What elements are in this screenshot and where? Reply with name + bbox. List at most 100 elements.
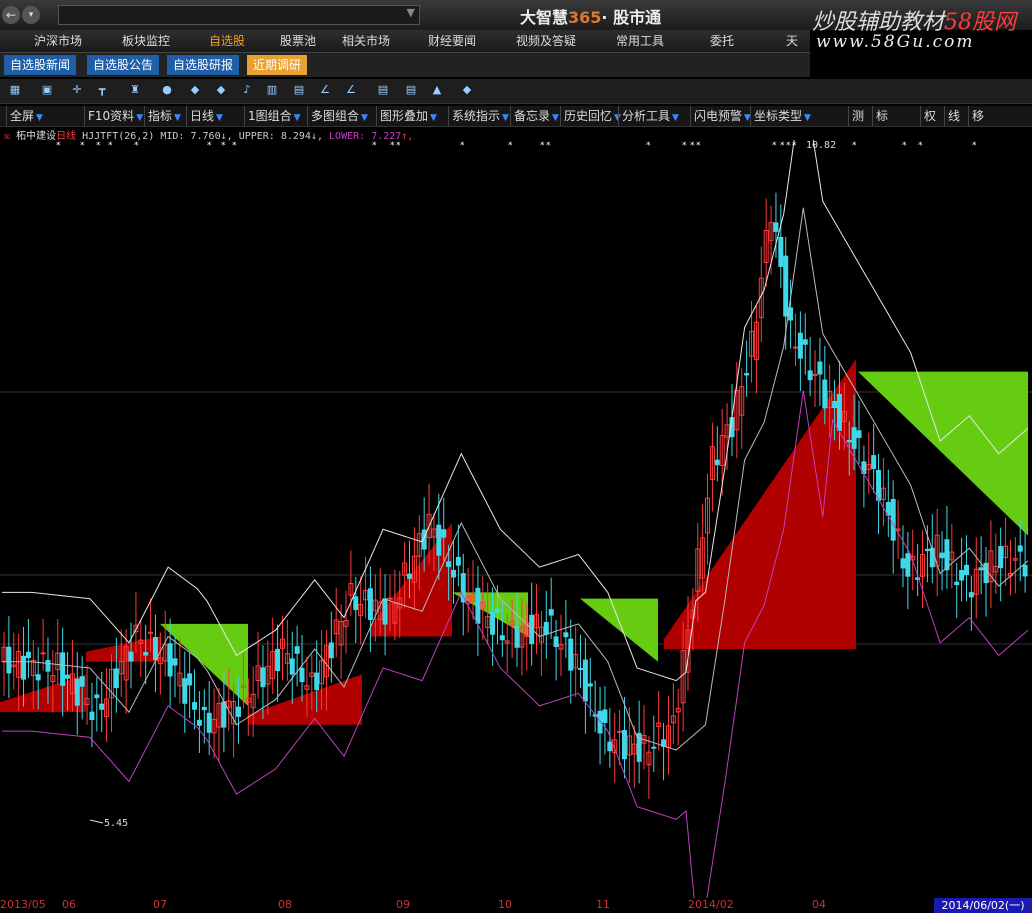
chevron-down-icon[interactable]: ▼: [502, 113, 509, 123]
bell-icon[interactable]: ♪: [240, 83, 254, 97]
function-button[interactable]: 1图组合 ▼: [244, 106, 304, 126]
menu-item[interactable]: 股票池: [276, 30, 320, 52]
function-button[interactable]: 闪电预警 ▼: [690, 106, 754, 126]
function-button[interactable]: 指标 ▼: [144, 106, 184, 126]
candle-body: [812, 373, 818, 376]
axis-tick-label: 2013/05: [0, 898, 46, 911]
fst-icon[interactable]: ▦: [8, 83, 22, 97]
menu-item[interactable]: 自选股: [205, 30, 249, 52]
chevron-down-icon[interactable]: ▼: [430, 113, 437, 123]
function-label: 多图组合: [311, 109, 360, 123]
trend-icon[interactable]: ▲: [430, 83, 444, 97]
function-button[interactable]: 测: [848, 106, 867, 126]
function-label: 坐标类型: [754, 109, 803, 123]
signal-marker: *: [372, 141, 377, 151]
subtab[interactable]: 自选股新闻: [4, 55, 77, 75]
candle-body: [99, 703, 105, 710]
low-price-pointer: [89, 819, 104, 824]
menu-item[interactable]: 财经要闻: [424, 30, 480, 52]
function-button[interactable]: F10资料 ▼: [84, 106, 146, 126]
back-icon[interactable]: ←: [2, 6, 20, 24]
function-button[interactable]: 历史回忆 ▼: [560, 106, 624, 126]
menu-item[interactable]: 常用工具: [612, 30, 668, 52]
chevron-down-icon[interactable]: ▼: [136, 113, 143, 123]
function-button[interactable]: 权: [920, 106, 939, 126]
chevron-down-icon[interactable]: ▼: [294, 113, 301, 123]
candle-body: [387, 597, 393, 600]
candle-body: [187, 673, 193, 686]
function-button[interactable]: 多图组合 ▼: [307, 106, 371, 126]
signal-marker: *: [902, 141, 907, 151]
ruler-icon[interactable]: ∠: [344, 83, 358, 97]
angle-icon[interactable]: ∠: [318, 83, 332, 97]
candle-body: [836, 393, 842, 431]
function-button[interactable]: 系统指示 ▼: [448, 106, 512, 126]
chevron-down-icon[interactable]: ▼: [804, 113, 811, 123]
candle-body: [45, 659, 51, 672]
candle-body: [21, 655, 27, 680]
menu-item[interactable]: 相关市场: [338, 30, 394, 52]
menu-item[interactable]: 沪深市场: [30, 30, 86, 52]
maximize-icon[interactable]: ▣: [40, 83, 54, 97]
warning-icon[interactable]: ◆: [214, 83, 228, 97]
pin-icon[interactable]: ♜: [128, 83, 142, 97]
function-label: 分析工具: [622, 109, 671, 123]
candle-body: [832, 401, 838, 409]
menu-item[interactable]: 天道: [782, 30, 810, 70]
chevron-down-icon[interactable]: ▼: [36, 113, 43, 123]
candle-body: [460, 573, 466, 603]
candle-body: [441, 529, 447, 538]
picture-icon[interactable]: ▤: [292, 83, 306, 97]
function-button[interactable]: 全屏 ▼: [6, 106, 46, 126]
green-fill-area: [580, 598, 658, 662]
signal-icon[interactable]: ●: [160, 83, 174, 97]
menu-item[interactable]: 委托: [706, 30, 738, 52]
candle-body: [939, 552, 945, 559]
function-button[interactable]: 日线 ▼: [186, 106, 226, 126]
export-icon[interactable]: ▤: [404, 83, 418, 97]
signal-marker: *: [221, 141, 226, 151]
subtab[interactable]: 自选股公告: [87, 55, 160, 75]
search-input[interactable]: ▼: [58, 5, 420, 25]
signal-marker: *: [972, 141, 977, 151]
signal-marker: *: [772, 141, 777, 151]
function-button[interactable]: 坐标类型 ▼: [750, 106, 814, 126]
chevron-down-icon[interactable]: ▼: [672, 113, 679, 123]
function-button[interactable]: 备忘录 ▼: [510, 106, 562, 126]
function-button[interactable]: 移: [968, 106, 987, 126]
axis-tick-label: 07: [153, 898, 167, 911]
candle-body: [40, 652, 46, 655]
function-button[interactable]: 标: [872, 106, 891, 126]
draw-icon[interactable]: ┳: [95, 83, 109, 97]
candle-body: [651, 746, 657, 749]
chevron-down-icon[interactable]: ▼: [361, 113, 368, 123]
function-button[interactable]: 图形叠加 ▼: [376, 106, 440, 126]
toolbar: ▦ ▣ ✛ ┳ ♜ ● ◆ ◆ ♪ ▥ ▤ ∠ ∠ ▤ ▤ ▲ ◆: [0, 79, 1032, 104]
crosshair-icon[interactable]: ✛: [70, 83, 84, 97]
candle-body: [582, 659, 588, 702]
info-icon[interactable]: ◆: [188, 83, 202, 97]
function-button[interactable]: 线: [944, 106, 963, 126]
menu-item[interactable]: 视频及答疑: [512, 30, 580, 52]
dropdown-icon[interactable]: ▾: [22, 6, 40, 24]
chevron-down-icon[interactable]: ▼: [174, 113, 181, 123]
help-icon[interactable]: ◆: [460, 83, 474, 97]
signal-marker: *: [508, 141, 513, 151]
indicator-info: ☒ 柘中建设日线 HJJTFT(26,2) MID: 7.760↓, UPPER…: [4, 131, 414, 142]
candle-body: [353, 596, 359, 611]
candle-body: [778, 236, 784, 267]
subtab[interactable]: 自选股研报: [167, 55, 240, 75]
function-button[interactable]: 分析工具 ▼: [618, 106, 682, 126]
menu-item[interactable]: 板块监控: [118, 30, 174, 52]
brand-separator: ·: [601, 8, 608, 27]
report-icon[interactable]: ▤: [376, 83, 390, 97]
subtab[interactable]: 近期调研: [247, 55, 308, 75]
candlestick-chart[interactable]: 10.825.45* * * * * * * * * * * * * * * * * * * * * * * * * * *: [0, 140, 1032, 898]
candle-body: [446, 561, 452, 568]
candle-body: [167, 643, 173, 677]
chart-type-icon[interactable]: ▥: [265, 83, 279, 97]
chevron-down-icon[interactable]: ▼: [407, 6, 415, 19]
candle-body: [152, 636, 158, 661]
chevron-down-icon[interactable]: ▼: [552, 113, 559, 123]
chevron-down-icon[interactable]: ▼: [216, 113, 223, 123]
